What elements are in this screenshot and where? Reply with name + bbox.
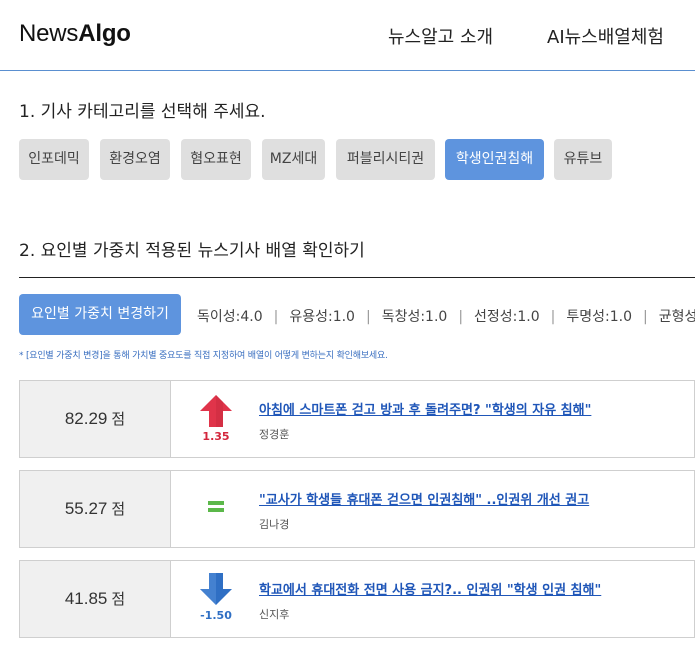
site-logo[interactable]: NewsAlgo [19,20,131,48]
equal-icon [208,501,224,512]
nav-ai-news-experience[interactable]: AI뉴스배열체험 [547,23,664,49]
section-divider [19,277,695,278]
logo-bold-text: Algo [78,20,131,47]
article-author: 정경훈 [259,428,290,441]
rank-change-value: 1.35 [202,430,230,443]
arrow-down-icon [200,573,232,605]
article-author: 신지후 [259,608,290,621]
category-chip-infodemic[interactable]: 인포데믹 [19,139,89,180]
article-row[interactable]: 41.85 점 -1.50 학교에서 휴대전화 전면 사용 금지?.. 인권위 "… [19,560,695,638]
article-headline-link[interactable]: 학교에서 휴대전화 전면 사용 금지?.. 인권위 "학생 인권 침해" [259,579,601,598]
weight-originality: 독창성:1.0 [381,309,448,325]
weight-readability: 독이성:4.0 [197,309,263,325]
nav-about[interactable]: 뉴스알고 소개 [388,23,493,49]
category-chip-publicity[interactable]: 퍼블리시티권 [336,139,435,180]
weights-summary: 독이성:4.0 | 유용성:1.0 | 독창성:1.0 | 선정성:1.0 | 투명성:1.0 |… [197,306,695,326]
weights-help-note: * [요인별 가중치 변경]을 통해 가치별 중요도를 직접 지정하여 배열이 … [19,351,388,361]
ranking-section-title: 2. 요인별 가중치 적용된 뉴스기사 배열 확인하기 [19,241,365,261]
logo-regular-text: News [19,20,79,47]
article-headline-link[interactable]: 아침에 스마트폰 걷고 방과 후 돌려주면? "학생의 자유 침해" [259,399,591,418]
category-chip-hate-speech[interactable]: 혐오표현 [181,139,251,180]
category-chip-pollution[interactable]: 환경오염 [100,139,170,180]
trend-indicator [190,471,242,547]
weight-usefulness: 유용성:1.0 [289,309,355,325]
trend-indicator: -1.50 [190,561,242,637]
article-score: 55.27 점 [20,471,171,547]
trend-indicator: 1.35 [190,381,242,457]
category-chip-mz[interactable]: MZ세대 [262,139,325,180]
category-section-title: 1. 기사 카테고리를 선택해 주세요. [19,102,266,122]
weight-balance: 균형성 [658,309,695,325]
article-row[interactable]: 82.29 점 1.35 아침에 스마트폰 걷고 방과 후 돌려주면? "학생의 … [19,380,695,458]
category-chip-youtube[interactable]: 유튜브 [554,139,612,180]
article-author: 김나경 [259,518,290,531]
article-score: 82.29 점 [20,381,171,457]
weight-transparency: 투명성:1.0 [566,309,632,325]
weight-sensationalism: 선정성:1.0 [474,309,540,325]
site-header: NewsAlgo 뉴스알고 소개 AI뉴스배열체험 [0,0,695,71]
category-chip-student-rights[interactable]: 학생인권침해 [445,139,544,180]
change-weights-button[interactable]: 요인별 가중치 변경하기 [19,294,181,335]
article-row[interactable]: 55.27 점 "교사가 학생들 휴대폰 걷으면 인권침해" ..인권위 개선 권… [19,470,695,548]
article-headline-link[interactable]: "교사가 학생들 휴대폰 걷으면 인권침해" ..인권위 개선 권고 [259,489,589,508]
article-score: 41.85 점 [20,561,171,637]
rank-change-value: -1.50 [200,609,232,622]
